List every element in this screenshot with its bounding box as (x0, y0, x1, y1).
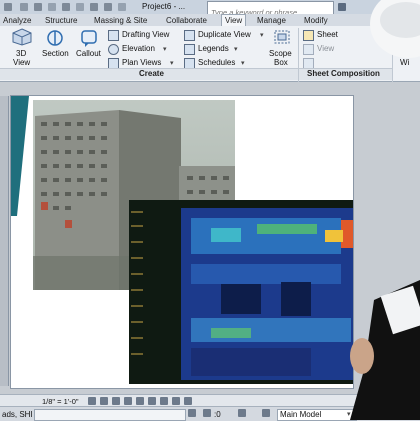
reveal-hidden-icon[interactable] (172, 397, 180, 405)
status-text: ads, SHI (2, 410, 33, 419)
3d-view-icon[interactable] (12, 28, 32, 46)
visual-style-icon[interactable] (100, 397, 108, 405)
project-title: Project6 - ... (142, 2, 186, 11)
shadows-icon[interactable] (124, 397, 132, 405)
detail-level-icon[interactable] (88, 397, 96, 405)
filter-icon[interactable] (238, 409, 246, 417)
legends-dropdown-icon[interactable]: ▾ (234, 45, 238, 53)
callout-label[interactable]: Callout (76, 49, 101, 58)
3d-view-icon[interactable] (118, 3, 126, 11)
viewport-graphics (11, 96, 353, 384)
print-icon[interactable] (76, 3, 84, 11)
properties-panel-edge (0, 96, 9, 386)
tab-massing-site[interactable]: Massing & Site (91, 15, 150, 26)
3d-view-sub-label[interactable]: View (13, 58, 30, 67)
active-model-label: Main Model (280, 410, 322, 419)
tag-icon[interactable] (104, 3, 112, 11)
schedules-dropdown-icon[interactable]: ▾ (241, 59, 245, 67)
tab-manage[interactable]: Manage (254, 15, 289, 26)
measure-icon[interactable] (90, 3, 98, 11)
open-icon[interactable] (20, 3, 28, 11)
scope-box-label-2[interactable]: Box (274, 58, 288, 67)
editable-only-icon[interactable] (188, 409, 196, 417)
callout-icon[interactable] (80, 29, 98, 47)
save-icon[interactable] (34, 3, 42, 11)
drafting-view-button[interactable]: Drafting View (122, 30, 169, 39)
elevation-button[interactable]: Elevation (122, 44, 155, 53)
tab-collaborate[interactable]: Collaborate (163, 15, 210, 26)
thermal-image (129, 200, 353, 384)
show-crop-icon[interactable] (148, 397, 156, 405)
3d-view-label[interactable]: 3D (16, 49, 26, 58)
duplicate-view-dropdown-icon[interactable]: ▾ (260, 31, 264, 39)
duplicate-view-button[interactable]: Duplicate View (198, 30, 251, 39)
drafting-view-icon (108, 30, 119, 41)
plan-views-button[interactable]: Plan Views (122, 58, 161, 67)
section-icon[interactable] (46, 29, 64, 47)
crop-view-icon[interactable] (136, 397, 144, 405)
plan-views-dropdown-icon[interactable]: ▾ (170, 59, 174, 67)
decorative-shape (11, 96, 29, 216)
scope-box-label-1[interactable]: Scope (269, 49, 292, 58)
presenter-hand (350, 338, 374, 374)
scope-box-icon[interactable] (272, 28, 292, 46)
design-options-icon[interactable] (262, 409, 270, 417)
temporary-hide-icon[interactable] (160, 397, 168, 405)
app-menu-icon[interactable] (4, 3, 12, 11)
create-panel-title: Create (139, 69, 164, 78)
analytical-model-icon[interactable] (184, 397, 192, 405)
duplicate-view-icon (184, 30, 195, 41)
redo-icon[interactable] (62, 3, 70, 11)
tab-view[interactable]: View (221, 14, 247, 26)
sun-path-icon[interactable] (112, 397, 120, 405)
status-prompt (34, 409, 186, 421)
tab-analyze[interactable]: Analyze (0, 15, 34, 26)
section-label[interactable]: Section (42, 49, 69, 58)
elevation-dropdown-icon[interactable]: ▾ (163, 45, 167, 53)
tab-modify[interactable]: Modify (301, 15, 331, 26)
elevation-icon (108, 44, 119, 55)
tab-structure[interactable]: Structure (42, 15, 80, 26)
legends-icon (184, 44, 195, 55)
presenter-overlay (350, 0, 420, 420)
sheet-icon (303, 30, 314, 41)
legends-button[interactable]: Legends (198, 44, 229, 53)
coordinate-readout: :0 (214, 410, 221, 419)
search-box[interactable] (207, 1, 334, 18)
view-scale[interactable]: 1/8" = 1'-0" (42, 397, 79, 406)
worksets-icon[interactable] (203, 409, 211, 417)
place-view-icon (303, 44, 314, 55)
undo-icon[interactable] (48, 3, 56, 11)
schedules-button[interactable]: Schedules (198, 58, 235, 67)
view-canvas[interactable] (10, 95, 354, 389)
